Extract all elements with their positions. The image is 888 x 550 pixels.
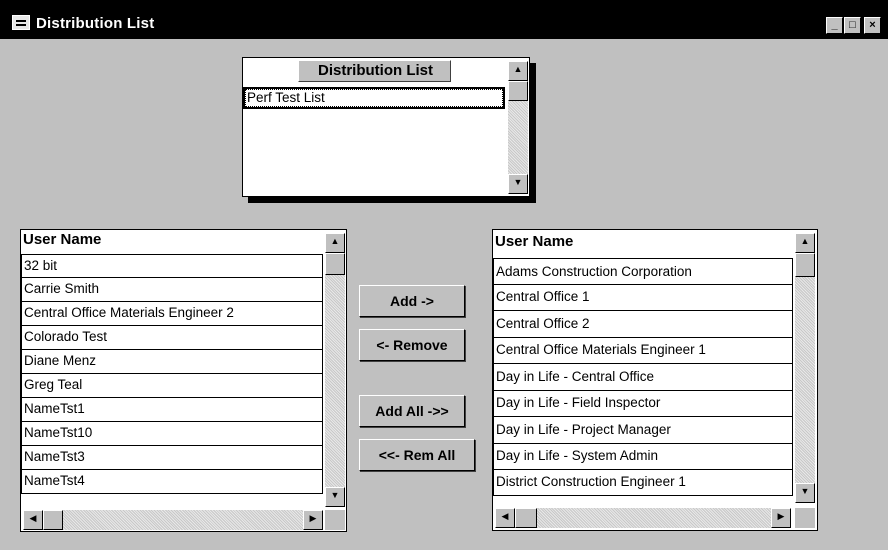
maximize-button[interactable]: □ <box>844 17 861 34</box>
scroll-right-button[interactable]: ▶ <box>303 510 323 530</box>
scroll-up-button[interactable]: ▲ <box>508 61 528 81</box>
list-item[interactable]: Day in Life - Project Manager <box>493 417 793 444</box>
distribution-list-header[interactable]: Distribution List <box>298 60 451 82</box>
distribution-list-box[interactable]: Distribution List Perf Test List ▲ ▼ <box>242 57 530 197</box>
vertical-scrollbar-track[interactable] <box>795 277 815 483</box>
close-button[interactable]: × <box>864 17 881 34</box>
scroll-right-button[interactable]: ▶ <box>771 508 791 528</box>
horizontal-scrollbar-track[interactable] <box>537 508 771 528</box>
user-name-column-header[interactable]: User Name <box>21 230 323 252</box>
list-item[interactable]: Central Office 1 <box>493 285 793 311</box>
list-item[interactable]: Colorado Test <box>21 326 323 350</box>
scroll-up-button[interactable]: ▲ <box>325 233 345 253</box>
vertical-scrollbar-track[interactable] <box>508 101 528 174</box>
scroll-up-button[interactable]: ▲ <box>795 233 815 253</box>
scrollbar-corner <box>795 508 815 528</box>
list-item[interactable]: Greg Teal <box>21 374 323 398</box>
remove-button[interactable]: <- Remove <box>359 329 465 361</box>
list-item[interactable]: Day in Life - Central Office <box>493 364 793 391</box>
add-all-button[interactable]: Add All ->> <box>359 395 465 427</box>
scroll-down-button[interactable]: ▼ <box>795 483 815 503</box>
list-item[interactable]: Perf Test List <box>243 87 505 109</box>
horizontal-scroll-thumb[interactable] <box>43 510 63 530</box>
scroll-left-button[interactable]: ◀ <box>495 508 515 528</box>
selected-users-rows: Adams Construction Corporation Central O… <box>493 258 793 496</box>
list-item[interactable]: NameTst1 <box>21 398 323 422</box>
list-item[interactable]: Carrie Smith <box>21 278 323 302</box>
user-name-column-header[interactable]: User Name <box>493 230 793 256</box>
list-item[interactable]: NameTst4 <box>21 470 323 494</box>
list-item[interactable]: Day in Life - System Admin <box>493 444 793 470</box>
selected-users-list[interactable]: User Name Adams Construction Corporation… <box>492 229 818 531</box>
scroll-thumb[interactable] <box>508 81 528 101</box>
scroll-thumb[interactable] <box>325 253 345 275</box>
list-item[interactable]: Central Office Materials Engineer 2 <box>21 302 323 326</box>
list-item[interactable]: Day in Life - Field Inspector <box>493 391 793 417</box>
scrollbar-corner <box>325 510 345 530</box>
available-users-rows: 32 bit Carrie Smith Central Office Mater… <box>21 254 323 494</box>
scroll-left-button[interactable]: ◀ <box>23 510 43 530</box>
list-item[interactable]: Diane Menz <box>21 350 323 374</box>
scroll-down-button[interactable]: ▼ <box>508 174 528 194</box>
minimize-button[interactable]: _ <box>826 17 843 34</box>
add-button[interactable]: Add -> <box>359 285 465 317</box>
scroll-down-button[interactable]: ▼ <box>325 487 345 507</box>
title-bar: Distribution List _ □ × <box>0 0 888 39</box>
list-item[interactable]: NameTst3 <box>21 446 323 470</box>
horizontal-scrollbar-track[interactable] <box>63 510 303 530</box>
available-users-list[interactable]: User Name 32 bit Carrie Smith Central Of… <box>20 229 347 532</box>
remove-all-button[interactable]: <<- Rem All <box>359 439 475 471</box>
distribution-list-rows: Perf Test List <box>243 87 505 109</box>
list-item[interactable]: 32 bit <box>21 254 323 278</box>
list-item[interactable]: Central Office Materials Engineer 1 <box>493 338 793 364</box>
list-item[interactable]: NameTst10 <box>21 422 323 446</box>
window-title: Distribution List <box>36 15 155 32</box>
list-item[interactable]: Central Office 2 <box>493 311 793 338</box>
app-icon[interactable] <box>12 15 30 30</box>
horizontal-scroll-thumb[interactable] <box>515 508 537 528</box>
scroll-thumb[interactable] <box>795 253 815 277</box>
list-item[interactable]: District Construction Engineer 1 <box>493 470 793 496</box>
vertical-scrollbar-track[interactable] <box>325 275 345 487</box>
list-item[interactable]: Adams Construction Corporation <box>493 258 793 285</box>
